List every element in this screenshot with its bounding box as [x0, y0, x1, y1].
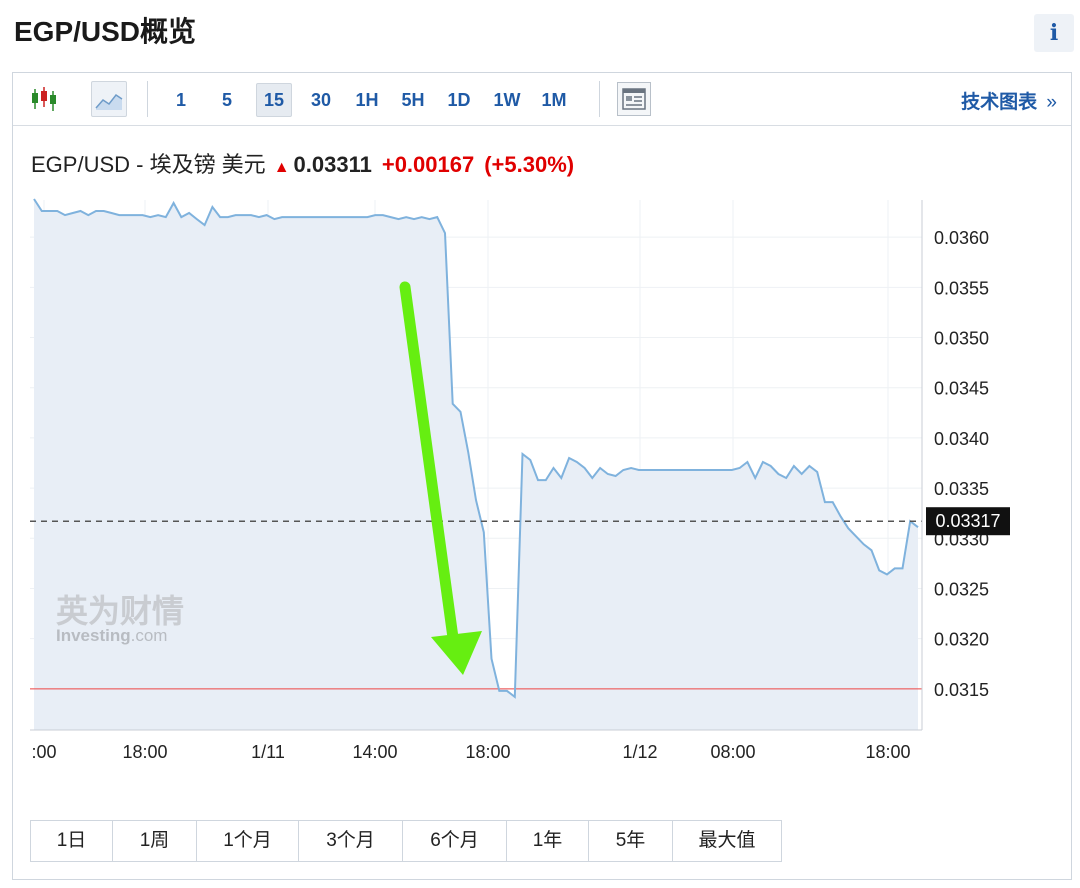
x-tick-label: 18:00 [465, 742, 510, 762]
y-tick-label: 0.0340 [934, 429, 989, 449]
watermark-suffix: .com [131, 626, 168, 645]
range-3m[interactable]: 3个月 [299, 821, 403, 861]
range-max[interactable]: 最大值 [673, 821, 781, 861]
y-tick-label: 0.0315 [934, 680, 989, 700]
x-axis-ticks: :00 18:00 1/11 14:00 18:00 1/12 08:00 18:00 [31, 742, 910, 762]
y-tick-label: 0.0350 [934, 329, 989, 349]
range-6m[interactable]: 6个月 [403, 821, 507, 861]
watermark-en: Investing [56, 626, 131, 645]
y-tick-label: 0.0360 [934, 228, 989, 248]
price-chart: 0.0360 0.0355 0.0350 0.0345 0.0340 0.0335 0.03… [30, 198, 1010, 762]
range-1d[interactable]: 1日 [31, 821, 113, 861]
y-axis-ticks: 0.0360 0.0355 0.0350 0.0345 0.0340 0.0335 0.03… [934, 228, 989, 700]
y-tick-label: 0.0335 [934, 479, 989, 499]
y-tick-label: 0.0325 [934, 579, 989, 599]
x-tick-label: 18:00 [865, 742, 910, 762]
x-tick-label: 18:00 [122, 742, 167, 762]
x-tick-label: 14:00 [352, 742, 397, 762]
range-1w[interactable]: 1周 [113, 821, 197, 861]
x-tick-label: 1/12 [622, 742, 657, 762]
range-selector: 1日 1周 1个月 3个月 6个月 1年 5年 最大值 [30, 820, 782, 862]
y-tick-label: 0.0320 [934, 630, 989, 650]
range-1y[interactable]: 1年 [507, 821, 589, 861]
svg-text:Investing.com: Investing.com [56, 626, 167, 645]
y-tick-label: 0.0345 [934, 379, 989, 399]
current-price-value: 0.03317 [935, 511, 1000, 531]
x-tick-label: :00 [31, 742, 56, 762]
x-tick-label: 1/11 [251, 742, 285, 762]
watermark-cn: 英为财情 [56, 593, 184, 629]
range-1m[interactable]: 1个月 [197, 821, 299, 861]
range-5y[interactable]: 5年 [589, 821, 673, 861]
price-area-fill [34, 199, 918, 730]
x-tick-label: 08:00 [710, 742, 755, 762]
y-tick-label: 0.0355 [934, 278, 989, 298]
investing-watermark: 英为财情 Investing.com [56, 593, 184, 645]
current-price-label: 0.03317 [926, 507, 1010, 536]
